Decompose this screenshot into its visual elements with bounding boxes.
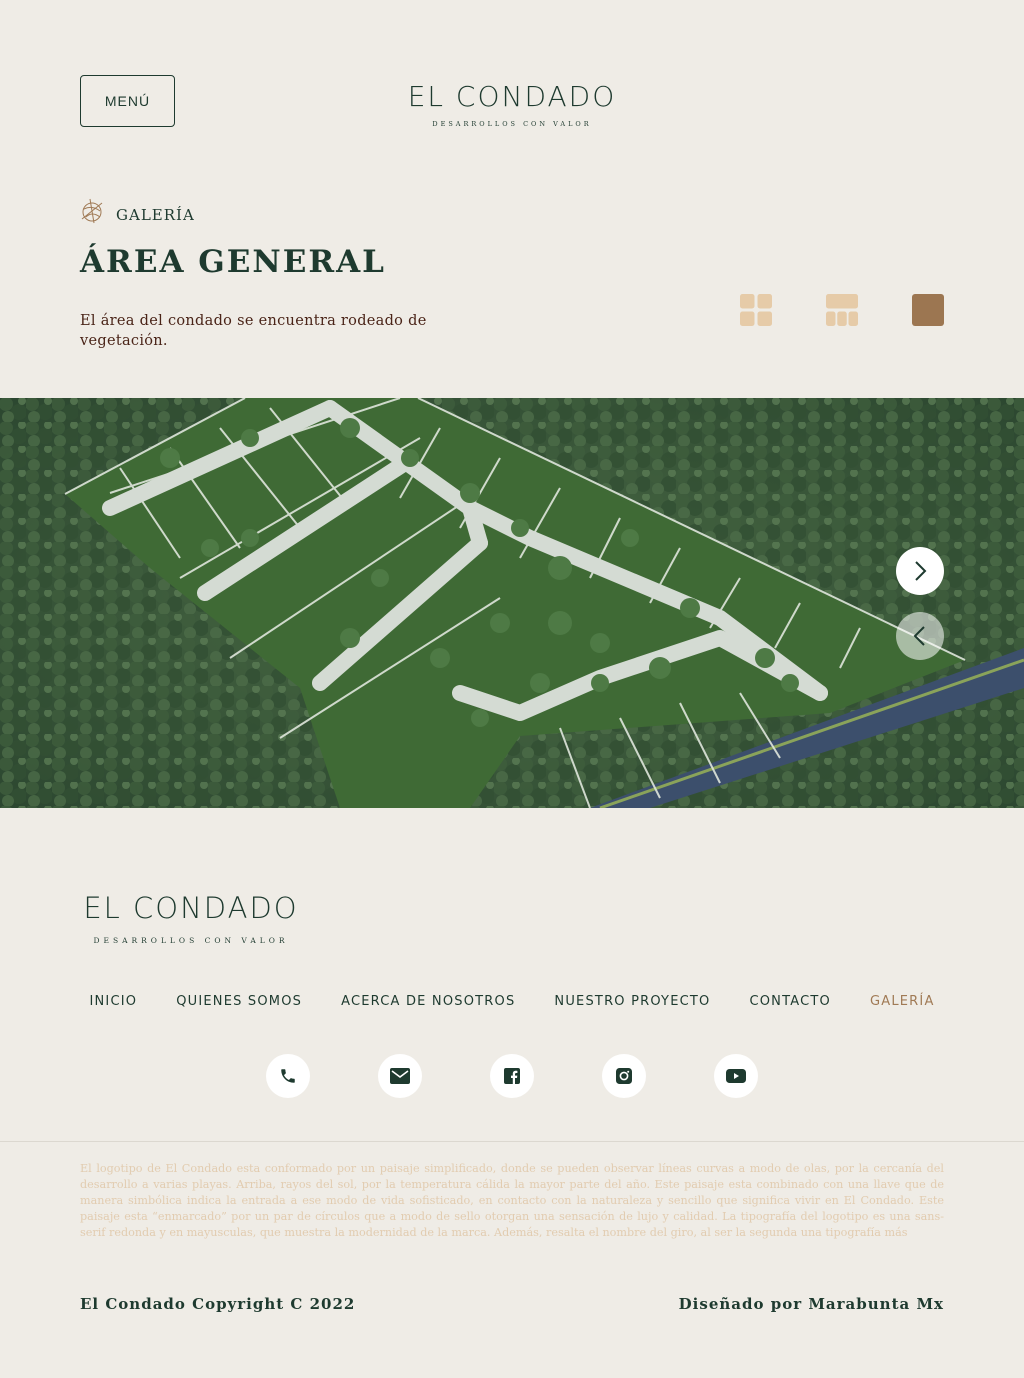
mail-icon [390, 1068, 410, 1084]
chevron-right-icon [915, 561, 927, 581]
footer-logo-wordmark: EL CONDADO [83, 891, 299, 925]
header-logo[interactable]: EL CONDADO DESARROLLOS CON VALOR [405, 80, 619, 128]
footer-brand-text: El logotipo de El Condado esta conformad… [80, 1162, 944, 1239]
facebook-icon [504, 1068, 520, 1084]
copyright-text: El Condado Copyright C 2022 [80, 1295, 356, 1313]
phone-icon [281, 1069, 295, 1083]
page-title: ÁREA GENERAL [80, 244, 386, 280]
carousel-prev-button[interactable] [896, 612, 944, 660]
grid-1x3-view-toggle[interactable] [826, 294, 858, 326]
footer-nav-acerca-de-nosotros[interactable]: ACERCA DE NOSOTROS [341, 994, 515, 1009]
gallery-image [0, 398, 1024, 808]
footer-nav-nuestro-proyecto[interactable]: NUESTRO PROYECTO [554, 994, 710, 1009]
mail-link[interactable] [378, 1054, 422, 1098]
page-description: El área del condado se encuentra rodeado… [80, 313, 427, 349]
carousel-next-button[interactable] [896, 547, 944, 595]
section-eyebrow: GALERÍA [116, 206, 195, 224]
footer-nav-contacto[interactable]: CONTACTO [749, 994, 830, 1009]
footer-nav: INICIO QUIENES SOMOS ACERCA DE NOSOTROS … [80, 994, 944, 1009]
youtube-link[interactable] [714, 1054, 758, 1098]
single-view-toggle[interactable] [912, 294, 944, 326]
youtube-icon [726, 1069, 746, 1083]
footer-nav-galeria[interactable]: GALERÍA [870, 994, 935, 1009]
phone-link[interactable] [266, 1054, 310, 1098]
footer-nav-inicio[interactable]: INICIO [89, 994, 137, 1009]
social-links [266, 1054, 758, 1098]
single-view-icon [912, 294, 944, 326]
footer-logo[interactable]: EL CONDADO DESARROLLOS CON VALOR [80, 890, 302, 945]
footer-divider [0, 1141, 1024, 1142]
instagram-icon [616, 1068, 632, 1084]
instagram-link[interactable] [602, 1054, 646, 1098]
menu-button[interactable]: MENÚ [80, 75, 175, 127]
grid-2x2-view-toggle[interactable] [740, 294, 772, 326]
grid-1x3-icon [826, 294, 858, 326]
designer-credit[interactable]: Diseñado por Marabunta Mx [679, 1295, 944, 1313]
logo-wordmark: EL CONDADO [407, 80, 617, 113]
footer-nav-quienes-somos[interactable]: QUIENES SOMOS [176, 994, 302, 1009]
chevron-left-icon [913, 626, 925, 646]
grid-2x2-icon [740, 294, 772, 326]
gallery-logo-icon [81, 198, 103, 224]
facebook-link[interactable] [490, 1054, 534, 1098]
logo-tagline: DESARROLLOS CON VALOR [432, 120, 592, 128]
footer-logo-tagline: DESARROLLOS CON VALOR [93, 936, 289, 945]
